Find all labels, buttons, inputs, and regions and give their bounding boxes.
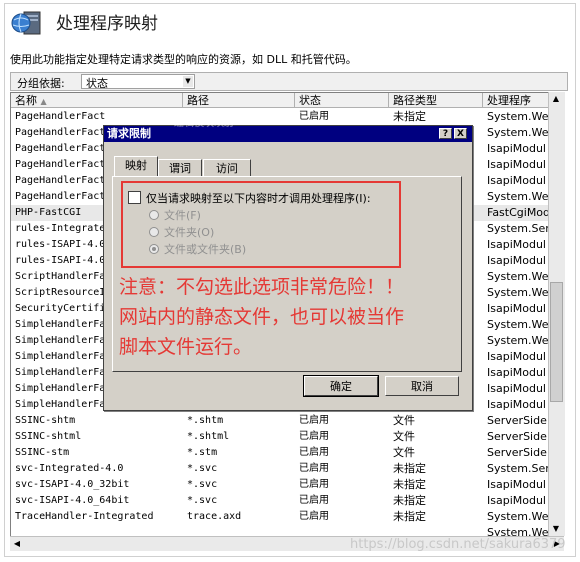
column-header-state[interactable]: 状态 [295,93,389,108]
cell-type: 未指定 [393,462,426,475]
tab-access[interactable]: 访问 [203,159,251,176]
cell-name: svc-ISAPI-4.0_64bit [15,495,130,506]
cell-type: 未指定 [393,110,426,123]
cell-state: 已启用 [299,415,329,426]
cell-type: 文件 [393,414,415,427]
cell-path: *.svc [187,463,218,474]
table-row[interactable]: svc-ISAPI-4.0_64bit *.svc 已启用 未指定 IsapiModul [11,493,559,509]
page-description: 使用此功能指定处理特定请求类型的响应的资源，如 DLL 和托管代码。 [10,53,357,66]
cell-state: 已启用 [299,495,329,506]
cell-state: 已启用 [299,447,329,458]
table-vertical-scrollbar[interactable]: ▲ ▼ [548,92,565,536]
close-button[interactable]: X [454,128,467,139]
watermark: https://blog.csdn.net/sakura6379 [350,537,566,552]
cell-path: *.shtml [187,431,230,442]
cell-state: 已启用 [299,463,329,474]
cell-state: 已启用 [299,111,329,122]
behind-dialog-title: 编辑模块映射 [174,118,234,129]
cell-path: *.shtm [187,415,224,426]
dialog-titlebar: 请求限制 编辑模块映射 ? X [104,118,472,142]
help-button[interactable]: ? [439,128,452,139]
tab-mapping[interactable]: 映射 [114,156,158,177]
table-row[interactable]: svc-ISAPI-4.0_32bit *.svc 已启用 未指定 IsapiModul [11,477,559,493]
column-header-path-type[interactable]: 路径类型 [389,93,483,108]
warning-line-2: 网站内的静态文件，也可以被当作 [119,306,405,328]
warning-line-1: 注意：不勾选此选项非常危险！！ [119,276,405,298]
cell-state: 已启用 [299,511,329,522]
cell-state: 已启用 [299,431,329,442]
cell-path: *.svc [187,495,218,506]
scroll-left-icon[interactable]: ◀ [10,537,24,551]
cell-name: TraceHandler-Integrated [15,511,154,522]
cell-type: 未指定 [393,494,426,507]
tab-verbs[interactable]: 谓词 [158,159,202,176]
sort-asc-icon: ▲ [40,97,47,106]
cell-state: 已启用 [299,479,329,490]
table-row[interactable]: SSINC-shtml *.shtml 已启用 文件 ServerSide [11,429,559,445]
chevron-down-icon[interactable]: ▼ [183,76,193,87]
column-header-name[interactable]: 名称 ▲ [11,93,183,108]
table-row[interactable]: SSINC-shtm *.shtm 已启用 文件 ServerSide [11,413,559,429]
cell-name: SSINC-shtml [15,431,82,442]
cell-path: *.svc [187,479,218,490]
table-row[interactable]: SSINC-stm *.stm 已启用 文件 ServerSide [11,445,559,461]
cell-path: *.stm [187,447,218,458]
scroll-down-icon[interactable]: ▼ [549,522,563,536]
cell-type: 文件 [393,430,415,443]
cell-name: svc-Integrated-4.0 [15,463,124,474]
dialog-title: 请求限制 [107,127,151,140]
annotation-highlight-box [121,181,401,268]
cancel-button[interactable]: 取消 [385,376,459,396]
cell-name: svc-ISAPI-4.0_32bit [15,479,130,490]
server-globe-icon [11,11,41,35]
ok-button[interactable]: 确定 [303,375,379,397]
group-by-select[interactable]: 状态 ▼ [81,74,195,90]
column-header-path[interactable]: 路径 [183,93,295,108]
table-row[interactable]: TraceHandler-Integrated trace.axd 已启用 未指定 Sy… [11,509,559,525]
table-row[interactable]: svc-Integrated-4.0 *.svc 已启用 未指定 System.Ser [11,461,559,477]
warning-line-3: 脚本文件运行。 [119,336,253,358]
table-row[interactable]: PageHandlerFact 已启用 未指定 System.Web [11,109,559,125]
group-by-value: 状态 [86,77,108,90]
cell-type: 未指定 [393,510,426,523]
page-title: 处理程序映射 [56,14,158,34]
request-restrictions-dialog: 请求限制 编辑模块映射 ? X 映射 谓词 访问 仅当请求映射至以下内容时才调用… [103,118,473,411]
cell-type: 文件 [393,446,415,459]
scroll-up-icon[interactable]: ▲ [549,92,563,106]
cell-type: 未指定 [393,478,426,491]
group-by-toolbar: 分组依据: 状态 ▼ [10,72,568,91]
cell-path: trace.axd [187,511,242,522]
scroll-thumb[interactable] [550,282,563,402]
cell-name: PageHandlerFact [15,111,106,122]
cell-name: SSINC-stm [15,447,70,458]
cell-name: SSINC-shtm [15,415,76,426]
group-by-label: 分组依据: [17,77,65,90]
